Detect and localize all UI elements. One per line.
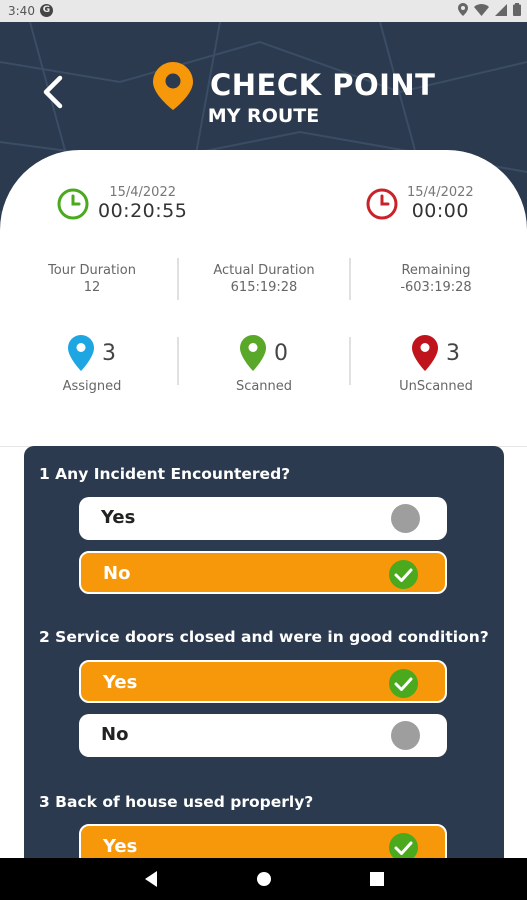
answer-option[interactable]: No [79,551,447,594]
answer-label: Yes [101,507,136,528]
end-time: 00:00 [411,200,469,222]
answer-option[interactable]: Yes [79,497,447,540]
answer-label: No [101,724,129,745]
tour-duration-value: 12 [83,280,101,295]
end-time-block: 15/4/2022 00:00 [365,185,474,222]
pin-red-icon [412,335,438,371]
pin-green-icon [240,335,266,371]
scanned-count: 0 Scanned [179,333,349,394]
assigned-count: 3 Assigned [7,333,177,394]
google-icon: G [40,4,53,17]
nav-home-icon[interactable] [256,870,272,888]
question-3: 3 Back of house used properly? [39,793,314,811]
location-pin-logo-icon [153,62,193,110]
battery-icon [513,3,521,16]
start-time: 00:20:55 [98,200,188,222]
page-title: MY ROUTE [207,105,320,127]
answer-option[interactable]: No [79,714,447,757]
clock-red-icon [366,188,398,219]
answer-label: No [103,563,131,584]
start-date: 15/4/2022 [109,185,176,200]
answer-option[interactable]: Yes [79,660,447,703]
route-summary-card: 15/4/2022 00:20:55 15/4/2022 00:00 Tour … [0,150,527,447]
scanned-value: 0 [274,340,288,366]
check-circle-icon [389,669,418,698]
question-1: 1 Any Incident Encountered? [39,465,291,483]
start-time-block: 15/4/2022 00:20:55 [56,185,187,222]
system-navigation-bar [0,858,527,900]
pin-blue-icon [68,335,94,371]
check-circle-icon [389,560,418,589]
tour-duration-label: Tour Duration [48,263,136,278]
scanned-label: Scanned [235,379,293,394]
answer-label: Yes [103,836,138,857]
signal-icon [495,3,507,16]
status-bar: 3:40 G [0,0,527,22]
answer-label: Yes [103,672,138,693]
unscanned-label: UnScanned [399,379,473,394]
remaining-value: -603:19:28 [400,280,472,295]
assigned-label: Assigned [62,379,122,394]
radio-unchecked-icon [391,721,420,750]
remaining-duration: Remaining -603:19:28 [351,262,521,296]
clock-green-icon [57,188,89,219]
unscanned-value: 3 [446,340,460,366]
unscanned-count: 3 UnScanned [351,333,521,394]
nav-back-icon[interactable] [143,870,159,888]
actual-duration-label: Actual Duration [213,263,315,278]
wifi-icon [474,3,489,16]
status-time: 3:40 [8,4,35,18]
location-icon [458,3,468,16]
status-icons [458,3,521,16]
remaining-label: Remaining [401,263,471,278]
end-date: 15/4/2022 [407,185,474,200]
app-title: CHECK POINT [210,68,436,102]
question-2: 2 Service doors closed and were in good … [39,628,489,646]
questionnaire-panel: 1 Any Incident Encountered? Yes No 2 Ser… [24,446,504,900]
actual-duration: Actual Duration 615:19:28 [179,262,349,296]
assigned-value: 3 [102,340,116,366]
radio-unchecked-icon [391,504,420,533]
nav-recents-icon[interactable] [369,870,385,888]
actual-duration-value: 615:19:28 [230,280,298,295]
tour-duration: Tour Duration 12 [7,262,177,296]
